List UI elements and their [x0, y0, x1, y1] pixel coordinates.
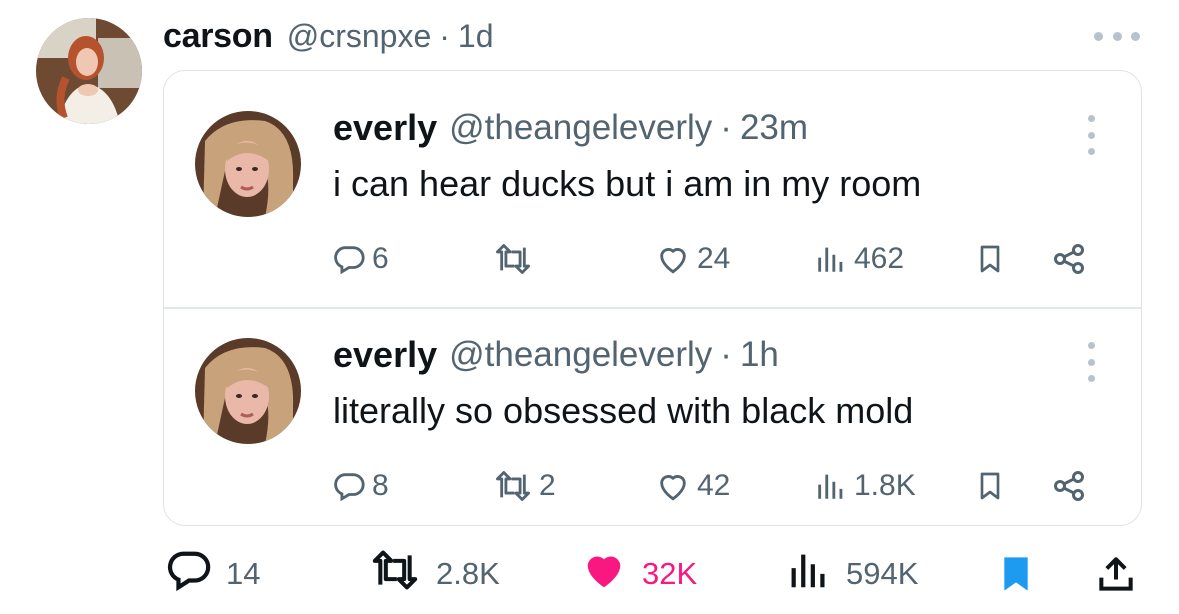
views-count: 594K	[846, 556, 919, 591]
post-header: carson @crsnpxe · 1d	[163, 14, 493, 58]
share-icon[interactable]	[1050, 239, 1088, 279]
repost-icon	[493, 242, 533, 276]
author-handle[interactable]: @crsnpxe	[287, 18, 432, 55]
repost-action[interactable]	[493, 239, 539, 279]
author-avatar[interactable]	[36, 18, 142, 124]
more-icon[interactable]	[1094, 28, 1140, 44]
quoted-author-name[interactable]: everly	[333, 107, 437, 149]
post-actions: 14 2.8K 32K 594K	[0, 548, 1179, 600]
reply-icon	[166, 547, 212, 601]
views-action[interactable]: 462	[814, 239, 904, 279]
author-name[interactable]: carson	[163, 17, 273, 56]
repost-count: 2.8K	[436, 556, 500, 591]
quoted-author-handle[interactable]: @theangeleverly	[449, 108, 712, 148]
like-count: 32K	[642, 556, 698, 591]
quoted-card[interactable]: everly @theangeleverly · 23m i can hear …	[163, 70, 1142, 526]
quoted-text: literally so obsessed with black mold	[333, 390, 914, 431]
bookmark-icon[interactable]	[974, 239, 1006, 279]
quoted-actions: 6 24 462	[332, 239, 1092, 279]
reply-icon	[332, 242, 366, 276]
quoted-separator: ·	[720, 108, 732, 147]
like-action[interactable]: 24	[655, 239, 730, 279]
repost-action[interactable]: 2.8K	[368, 548, 500, 600]
reply-action[interactable]: 14	[166, 548, 260, 600]
like-count: 24	[697, 242, 731, 275]
views-icon	[814, 469, 848, 503]
share-icon[interactable]	[1050, 466, 1088, 506]
quoted-time[interactable]: 23m	[740, 108, 808, 148]
post-time[interactable]: 1d	[458, 18, 494, 55]
heart-icon	[580, 547, 628, 601]
like-count: 42	[697, 469, 731, 502]
quoted-header: everly @theangeleverly · 1h	[333, 332, 779, 378]
heart-icon	[655, 242, 691, 276]
heart-icon	[655, 469, 691, 503]
repost-icon	[493, 469, 533, 503]
quoted-header: everly @theangeleverly · 23m	[333, 105, 808, 151]
quoted-author-handle[interactable]: @theangeleverly	[449, 335, 712, 375]
bookmark-icon[interactable]	[996, 548, 1036, 600]
repost-count: 2	[539, 469, 556, 502]
reply-count: 14	[226, 556, 261, 591]
repost-action[interactable]: 2	[493, 466, 556, 506]
header-separator: ·	[439, 17, 450, 54]
quoted-avatar[interactable]	[195, 338, 301, 444]
reply-count: 8	[372, 469, 389, 502]
views-action[interactable]: 1.8K	[814, 466, 916, 506]
quoted-text: i can hear ducks but i am in my room	[333, 163, 922, 204]
more-icon[interactable]	[1084, 115, 1098, 155]
like-action[interactable]: 42	[655, 466, 730, 506]
quoted-author-name[interactable]: everly	[333, 334, 437, 376]
views-count: 462	[854, 242, 905, 275]
quoted-post[interactable]: everly @theangeleverly · 1h literally so…	[164, 298, 1141, 525]
views-count: 1.8K	[854, 469, 916, 502]
reply-count: 6	[372, 242, 389, 275]
like-action[interactable]: 32K	[580, 548, 697, 600]
reply-icon	[332, 469, 366, 503]
views-action[interactable]: 594K	[786, 548, 918, 600]
views-icon	[814, 242, 848, 276]
quoted-time[interactable]: 1h	[740, 335, 779, 375]
views-icon	[786, 547, 832, 601]
more-icon[interactable]	[1084, 342, 1098, 382]
reply-action[interactable]: 6	[332, 239, 389, 279]
quoted-avatar[interactable]	[195, 111, 301, 217]
quoted-actions: 8 2 42 1.8K	[332, 466, 1092, 506]
repost-icon	[368, 548, 422, 600]
share-icon[interactable]	[1094, 548, 1138, 600]
reply-action[interactable]: 8	[332, 466, 389, 506]
quoted-post[interactable]: everly @theangeleverly · 23m i can hear …	[164, 71, 1141, 298]
bookmark-icon[interactable]	[974, 466, 1006, 506]
quoted-separator: ·	[720, 335, 732, 374]
